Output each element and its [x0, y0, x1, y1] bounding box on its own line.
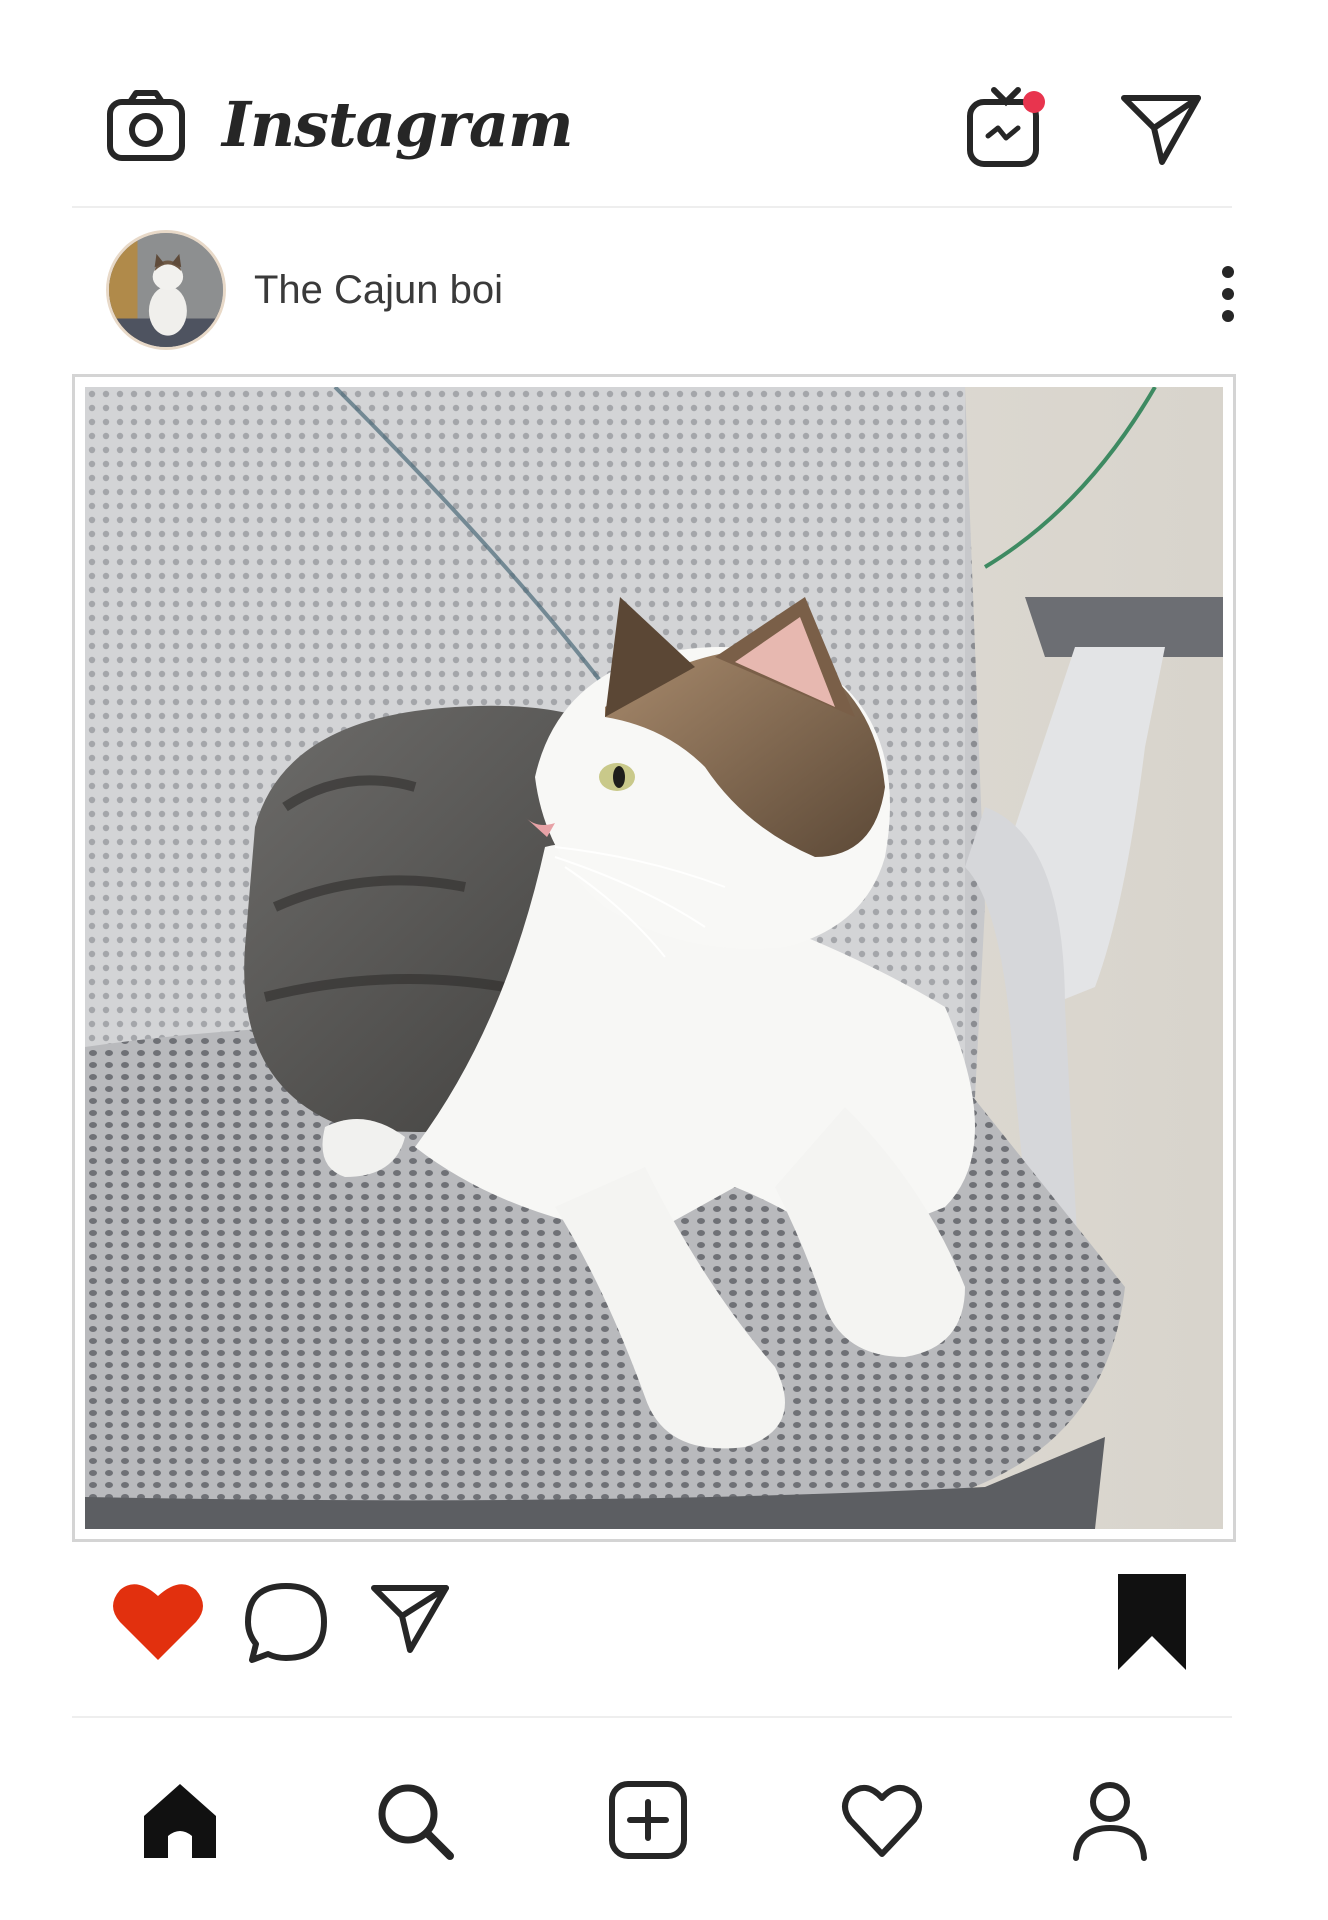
actions-divider	[72, 1716, 1232, 1718]
igtv-icon[interactable]	[962, 80, 1054, 172]
home-icon[interactable]	[138, 1778, 222, 1862]
share-icon[interactable]	[368, 1580, 452, 1656]
direct-message-icon[interactable]	[1118, 90, 1204, 168]
notification-dot	[1023, 91, 1045, 113]
avatar-image	[109, 233, 223, 347]
new-post-icon[interactable]	[606, 1778, 690, 1862]
heart-icon[interactable]	[110, 1578, 206, 1664]
post-photo-frame	[72, 374, 1236, 1542]
top-header: Instagram	[72, 60, 1232, 200]
camera-icon[interactable]	[106, 88, 186, 164]
avatar[interactable]	[106, 230, 226, 350]
header-divider	[72, 206, 1232, 208]
bottom-nav	[72, 1740, 1232, 1890]
brand-logo: Instagram	[222, 88, 574, 161]
search-icon[interactable]	[372, 1778, 456, 1862]
comment-icon[interactable]	[242, 1578, 330, 1666]
post-username[interactable]: The Cajun boi	[254, 268, 503, 313]
cat-photo	[85, 387, 1223, 1529]
more-options-icon[interactable]	[1208, 262, 1248, 326]
bookmark-icon[interactable]	[1112, 1570, 1192, 1674]
post-photo[interactable]	[85, 387, 1223, 1529]
profile-icon[interactable]	[1068, 1778, 1152, 1862]
post-header: The Cajun boi	[72, 220, 1234, 360]
post-actions	[72, 1560, 1232, 1690]
activity-icon[interactable]	[840, 1778, 924, 1862]
